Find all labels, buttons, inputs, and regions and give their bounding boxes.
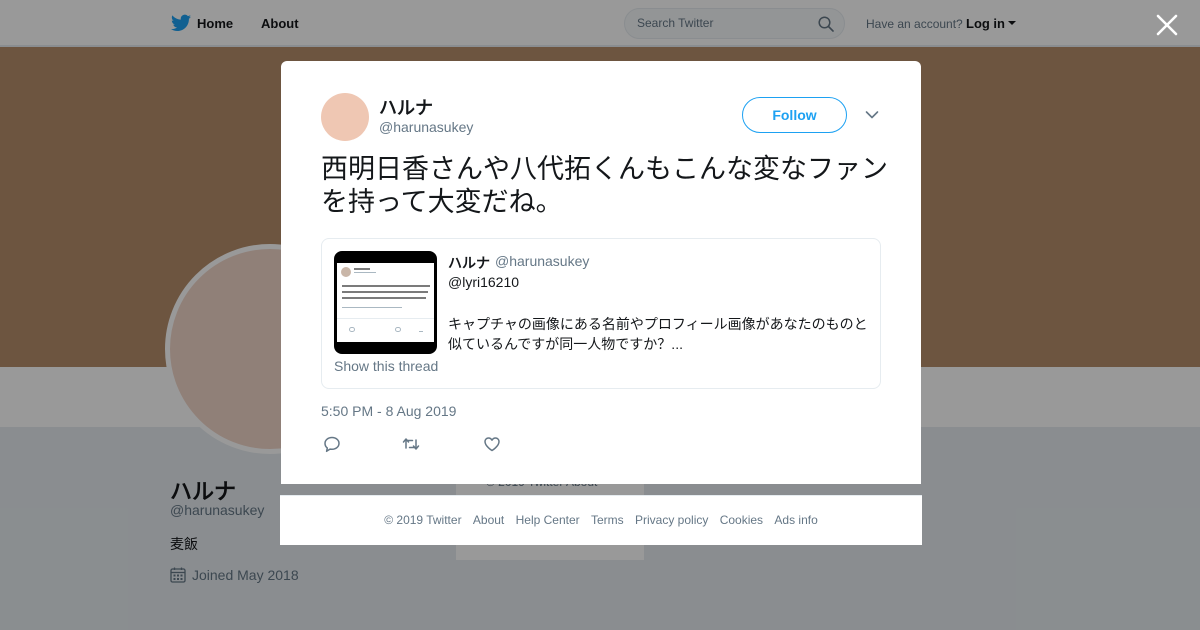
quoted-author-handle: @harunasukey: [495, 253, 590, 269]
avatar[interactable]: [321, 93, 369, 141]
like-icon[interactable]: [483, 435, 501, 453]
tweet-text: 西明日香さんや八代拓くんもこんな変なファンを持って大変だね。: [321, 154, 888, 218]
footer-copyright: © 2019 Twitter: [384, 513, 462, 527]
retweet-icon[interactable]: [402, 435, 420, 453]
quoted-author-name: ハルナ: [448, 255, 490, 271]
footer-privacy-link[interactable]: Privacy policy: [635, 513, 708, 527]
chevron-down-icon[interactable]: [865, 110, 879, 120]
quoted-tweet-text: キャプチャの画像にある名前やプロフィール画像があなたのものと似ているんですが同一…: [448, 316, 868, 352]
quoted-tweet-card[interactable]: ハルナ @harunasukey @lyri16210 キャプチャの画像にある名…: [321, 238, 881, 389]
tweet-author-name[interactable]: ハルナ: [379, 94, 433, 120]
footer-ads-link[interactable]: Ads info: [774, 513, 817, 527]
modal-footer: © 2019 Twitter About Help Center Terms P…: [280, 495, 922, 545]
show-thread-link[interactable]: Show this thread: [334, 358, 438, 374]
follow-button[interactable]: Follow: [742, 97, 847, 133]
footer-cookies-link[interactable]: Cookies: [720, 513, 763, 527]
tweet-modal: ハルナ @harunasukey Follow 西明日香さんや八代拓くんもこんな…: [281, 61, 921, 484]
reply-icon[interactable]: [323, 435, 341, 453]
close-icon[interactable]: [1154, 12, 1180, 38]
tweet-author-handle[interactable]: @harunasukey: [379, 119, 473, 135]
footer-terms-link[interactable]: Terms: [591, 513, 624, 527]
screenshot-image: [337, 263, 434, 342]
footer-about-link[interactable]: About: [473, 513, 504, 527]
tweet-timestamp[interactable]: 5:50 PM - 8 Aug 2019: [321, 403, 456, 419]
footer-help-link[interactable]: Help Center: [516, 513, 580, 527]
quoted-tweet-thumbnail[interactable]: [334, 251, 437, 354]
quoted-reply-to[interactable]: @lyri16210: [448, 274, 519, 290]
